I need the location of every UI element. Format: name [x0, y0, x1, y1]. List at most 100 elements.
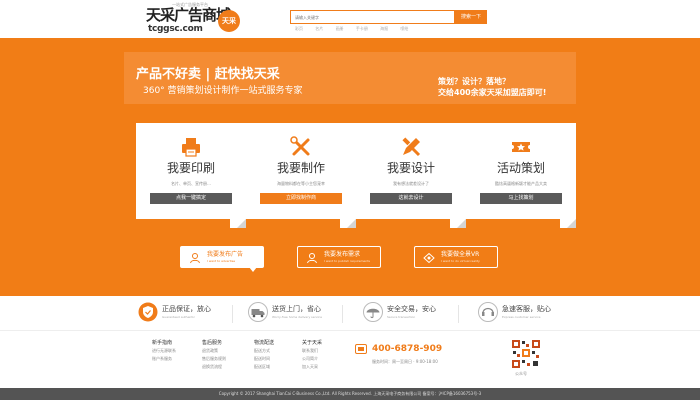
design-icon — [402, 137, 421, 157]
service-title: 安全交易，安心 — [387, 305, 436, 313]
service-hours: 服务时间：周一至周日 · 9:00-18:00 — [372, 359, 438, 364]
service-item: 安全交易，安心 Secure transaction — [363, 302, 473, 324]
search-input[interactable] — [290, 10, 455, 24]
service-title: 急速客服，贴心 — [502, 305, 551, 313]
card-fold — [340, 218, 356, 228]
publish-ad-button[interactable]: 我要发布广告 I want to advertise — [180, 246, 264, 272]
hot-words: 彩页 名片 画册 手卡册 海报 喷绘 — [295, 26, 419, 34]
card-title: 我要制作 — [276, 161, 325, 175]
card-button[interactable]: 这就去设计 — [370, 193, 452, 204]
footer-link[interactable]: 公司简介 — [302, 355, 322, 363]
footer-link[interactable]: 加入天采 — [302, 363, 322, 371]
footer-link[interactable]: 配送区域 — [254, 363, 274, 371]
footer-link[interactable]: 售后服务规则 — [202, 355, 226, 363]
site-footer: 新手指南 进行无源联系 账户系服务 售后服务 退货政策 售后服务规则 退换货流程… — [0, 330, 700, 388]
hotline: 400-6878-909 — [355, 343, 442, 355]
service-card-design[interactable]: 我要设计 我有想法就差设计了 这就去设计 — [356, 123, 466, 228]
service-sub: Express customer service — [502, 315, 541, 319]
service-card-make[interactable]: 我要制作 海量物料都在等小主您宠幸 立即找制作商 — [246, 123, 356, 228]
banner-answer: 交给400余家天采加盟店即可! — [438, 88, 547, 97]
pill-label: 我要发布需求 — [324, 251, 361, 258]
hot-word-link[interactable]: 彩页 — [295, 26, 303, 31]
footer-link[interactable]: 联系我们 — [302, 347, 322, 355]
copyright-bar: Copyright © 2017 Shanghai TianCai C-Busi… — [0, 388, 700, 400]
card-button[interactable]: 立即找制作商 — [260, 193, 342, 204]
service-title: 送货上门，省心 — [272, 305, 321, 313]
support-icon — [478, 302, 498, 322]
footer-column: 物流配送 配送方式 配送时间 配送区域 — [254, 339, 274, 371]
card-desc: 海量物料都在等小主您宠幸 — [277, 181, 325, 186]
divider — [342, 305, 343, 323]
copyright-text: Copyright © 2017 Shanghai TianCai C-Busi… — [218, 391, 482, 396]
vr-icon — [423, 252, 435, 264]
phone-icon — [355, 344, 367, 354]
footer-column: 关于天采 联系我们 公司简介 加入天采 — [302, 339, 322, 371]
card-title: 活动策划 — [496, 161, 545, 175]
service-sub: Guaranteed authentic — [162, 315, 195, 319]
service-card-plan[interactable]: 活动策划 酷炫高逼格新颖才能产品大卖 马上找策划 — [466, 123, 576, 228]
card-desc: 我有想法就差设计了 — [393, 181, 429, 186]
shield-icon — [138, 302, 158, 322]
hot-word-link[interactable]: 手卡册 — [356, 26, 368, 31]
printer-icon — [182, 138, 200, 157]
service-sub: Secure transaction — [387, 315, 416, 319]
footer-column-title: 关于天采 — [302, 340, 323, 346]
footer-link[interactable]: 退换货流程 — [202, 363, 226, 371]
card-desc: 名片、单页、宣传册… — [171, 181, 211, 186]
qr-label: 公众号 — [515, 371, 527, 376]
pill-label: 我要做全景VR — [441, 251, 480, 258]
demand-icon — [307, 253, 317, 264]
footer-link[interactable]: 退货政策 — [202, 347, 226, 355]
card-desc: 酷炫高逼格新颖才能产品大卖 — [495, 181, 547, 186]
service-card-print[interactable]: 我要印刷 名片、单页、宣传册… 点我一键搞定 — [136, 123, 246, 228]
search-bar: 搜索一下 — [290, 10, 510, 24]
banner-slogan: 产品不好卖 | 赶快找天采 — [136, 67, 280, 82]
footer-link[interactable]: 配送方式 — [254, 347, 274, 355]
hot-word-link[interactable]: 海报 — [380, 26, 388, 31]
footer-column-title: 新手指南 — [152, 340, 173, 346]
logo-badge: 天采 — [218, 10, 240, 32]
card-title: 我要设计 — [386, 161, 435, 175]
publish-demand-button[interactable]: 我要发布需求 I want to publish requirements — [297, 246, 381, 268]
pill-label: 我要发布广告 — [207, 251, 244, 258]
search-button[interactable]: 搜索一下 — [455, 10, 487, 24]
vr-button[interactable]: 我要做全景VR I want to do virtual reality — [414, 246, 498, 268]
footer-link[interactable]: 进行无源联系 — [152, 347, 176, 355]
pill-sub: I want to advertise — [207, 259, 236, 263]
card-title: 我要印刷 — [166, 161, 215, 175]
pill-pointer — [249, 267, 257, 272]
service-sub: Worry-free home delivery service — [272, 315, 322, 319]
qr-code-icon — [511, 339, 541, 369]
footer-column: 新手指南 进行无源联系 账户系服务 — [152, 339, 176, 363]
hot-word-link[interactable]: 名片 — [315, 26, 323, 31]
footer-column-title: 物流配送 — [254, 340, 275, 346]
card-button[interactable]: 点我一键搞定 — [150, 193, 232, 204]
service-strip: 正品保证，放心 Guaranteed authentic 送货上门，省心 Wor… — [0, 296, 700, 330]
service-title: 正品保证，放心 — [162, 305, 211, 313]
card-button[interactable]: 马上找策划 — [480, 193, 562, 204]
ticket-icon — [512, 142, 530, 152]
divider — [232, 305, 233, 323]
footer-link[interactable]: 账户系服务 — [152, 355, 176, 363]
ad-icon — [190, 253, 200, 264]
tools-icon — [290, 136, 310, 156]
service-item: 急速客服，贴心 Express customer service — [478, 302, 588, 324]
card-fold — [450, 218, 466, 228]
hotline-number[interactable]: 400-6878-909 — [372, 343, 442, 355]
logo-url: tcggsc.com — [148, 24, 203, 34]
divider — [458, 305, 459, 323]
site-logo[interactable]: 一站式广告服务平台 天采广告商城 tcggsc.com 天采 — [146, 2, 241, 36]
pill-sub: I want to do virtual reality — [441, 259, 480, 263]
footer-column: 售后服务 退货政策 售后服务规则 退换货流程 — [202, 339, 226, 371]
site-header: 一站式广告服务平台 天采广告商城 tcggsc.com 天采 搜索一下 彩页 名… — [0, 0, 700, 38]
card-fold — [560, 218, 576, 228]
hot-word-link[interactable]: 喷绘 — [400, 26, 408, 31]
hot-word-link[interactable]: 画册 — [336, 26, 344, 31]
pill-sub: I want to publish requirements — [324, 259, 370, 263]
truck-icon — [248, 302, 268, 322]
card-fold — [230, 218, 246, 228]
banner-subslogan: 360° 营销策划设计制作一站式服务专家 — [143, 86, 303, 96]
footer-link[interactable]: 配送时间 — [254, 355, 274, 363]
banner-question: 策划？设计？落地？ — [438, 77, 510, 86]
footer-column-title: 售后服务 — [202, 340, 223, 346]
